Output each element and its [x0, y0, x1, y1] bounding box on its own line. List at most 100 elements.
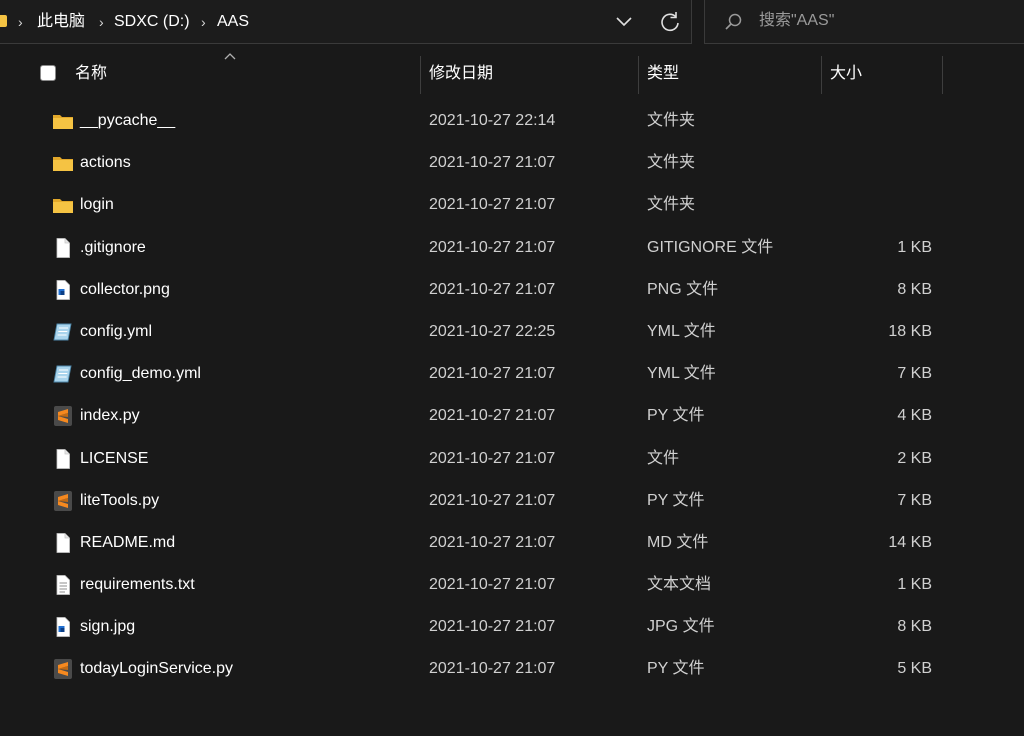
column-divider[interactable]: [821, 56, 822, 94]
column-divider[interactable]: [420, 56, 421, 94]
refresh-button[interactable]: [654, 8, 686, 36]
file-size: 1 KB: [897, 576, 932, 594]
file-name: login: [80, 196, 114, 214]
file-icon: [52, 448, 74, 470]
file-icon: [52, 532, 74, 554]
file-list: 名称 修改日期 类型 大小 __pycache__ 2021-10-27 22:…: [0, 46, 1024, 736]
file-date-modified: 2021-10-27 21:07: [429, 491, 556, 509]
sublime-file-icon: [52, 490, 74, 512]
column-divider[interactable]: [638, 56, 639, 94]
file-size: 1 KB: [897, 238, 932, 256]
file-size: 7 KB: [897, 365, 932, 383]
breadcrumb-current-folder[interactable]: AAS: [217, 0, 249, 44]
column-header-size[interactable]: 大小: [830, 56, 862, 92]
file-type: JPG 文件: [647, 618, 715, 636]
file-type: PY 文件: [647, 407, 705, 425]
file-row[interactable]: LICENSE 2021-10-27 21:07 文件 2 KB: [0, 438, 1024, 480]
file-row[interactable]: liteTools.py 2021-10-27 21:07 PY 文件 7 KB: [0, 480, 1024, 522]
file-type: GITIGNORE 文件: [647, 238, 774, 256]
file-row[interactable]: login 2021-10-27 21:07 文件夹: [0, 184, 1024, 226]
sort-ascending-icon: [224, 53, 236, 60]
file-name: config.yml: [80, 322, 153, 340]
file-type: 文件夹: [647, 112, 696, 129]
file-row[interactable]: index.py 2021-10-27 21:07 PY 文件 4 KB: [0, 395, 1024, 437]
file-type: MD 文件: [647, 533, 709, 551]
file-row[interactable]: config.yml 2021-10-27 22:25 YML 文件 18 KB: [0, 311, 1024, 353]
file-date-modified: 2021-10-27 22:14: [429, 112, 556, 129]
file-name: sign.jpg: [80, 618, 136, 636]
file-size: 8 KB: [897, 618, 932, 636]
file-type: YML 文件: [647, 365, 716, 383]
image-file-icon: [52, 279, 74, 301]
file-size: 2 KB: [897, 449, 932, 467]
chevron-down-icon: [616, 17, 632, 27]
column-header-row: 名称 修改日期 类型 大小: [0, 53, 1024, 94]
text-file-icon: [52, 574, 74, 596]
column-divider[interactable]: [942, 56, 943, 94]
sublime-file-icon: [52, 658, 74, 680]
file-name: __pycache__: [80, 112, 176, 129]
breadcrumb-separator-icon: ›: [201, 14, 206, 30]
file-name: actions: [80, 154, 131, 172]
file-date-modified: 2021-10-27 21:07: [429, 154, 556, 172]
column-header-name[interactable]: 名称: [75, 56, 107, 92]
file-date-modified: 2021-10-27 21:07: [429, 533, 556, 551]
file-row[interactable]: requirements.txt 2021-10-27 21:07 文本文档 1…: [0, 564, 1024, 606]
file-row[interactable]: .gitignore 2021-10-27 21:07 GITIGNORE 文件…: [0, 227, 1024, 269]
folder-icon: [52, 152, 74, 174]
file-name: .gitignore: [80, 238, 146, 256]
image-file-icon: [52, 616, 74, 638]
file-type: 文本文档: [647, 576, 712, 594]
file-type: PY 文件: [647, 491, 705, 509]
select-all-checkbox[interactable]: [40, 65, 56, 81]
file-size: 14 KB: [888, 533, 932, 551]
file-name: index.py: [80, 407, 140, 425]
file-size: 18 KB: [888, 322, 932, 340]
folder-icon: [52, 194, 74, 216]
column-header-date[interactable]: 修改日期: [429, 56, 493, 92]
yml-file-icon: [52, 321, 74, 343]
file-date-modified: 2021-10-27 21:07: [429, 618, 556, 636]
file-type: PNG 文件: [647, 280, 719, 298]
file-row[interactable]: collector.png 2021-10-27 21:07 PNG 文件 8 …: [0, 269, 1024, 311]
file-type: 文件: [647, 449, 680, 467]
file-icon: [52, 237, 74, 259]
file-row[interactable]: actions 2021-10-27 21:07 文件夹: [0, 142, 1024, 184]
file-size: 5 KB: [897, 660, 932, 678]
file-row[interactable]: config_demo.yml 2021-10-27 21:07 YML 文件 …: [0, 353, 1024, 395]
column-header-type[interactable]: 类型: [647, 56, 679, 92]
file-type: 文件夹: [647, 196, 696, 214]
search-input[interactable]: [759, 0, 1009, 42]
search-box[interactable]: [704, 0, 1024, 44]
history-dropdown-button[interactable]: [608, 8, 640, 36]
file-date-modified: 2021-10-27 21:07: [429, 576, 556, 594]
file-name: liteTools.py: [80, 491, 160, 509]
file-date-modified: 2021-10-27 21:07: [429, 196, 556, 214]
file-size: 8 KB: [897, 280, 932, 298]
file-row[interactable]: sign.jpg 2021-10-27 21:07 JPG 文件 8 KB: [0, 606, 1024, 648]
file-name: README.md: [80, 533, 176, 551]
search-icon: [723, 12, 743, 32]
file-date-modified: 2021-10-27 21:07: [429, 407, 556, 425]
file-row[interactable]: README.md 2021-10-27 21:07 MD 文件 14 KB: [0, 522, 1024, 564]
breadcrumb-drive[interactable]: SDXC (D:): [114, 0, 190, 44]
file-name: todayLoginService.py: [80, 660, 233, 678]
file-date-modified: 2021-10-27 21:07: [429, 449, 556, 467]
file-size: 4 KB: [897, 407, 932, 425]
file-date-modified: 2021-10-27 21:07: [429, 365, 556, 383]
file-name: requirements.txt: [80, 576, 195, 594]
file-row[interactable]: todayLoginService.py 2021-10-27 21:07 PY…: [0, 648, 1024, 690]
breadcrumb-this-pc[interactable]: 此电脑: [37, 0, 85, 44]
file-date-modified: 2021-10-27 22:25: [429, 322, 556, 340]
file-row[interactable]: __pycache__ 2021-10-27 22:14 文件夹: [0, 100, 1024, 142]
file-rows: __pycache__ 2021-10-27 22:14 文件夹 actions…: [0, 100, 1024, 691]
breadcrumb-separator-icon: ›: [99, 14, 104, 30]
file-name: LICENSE: [80, 449, 149, 467]
sublime-file-icon: [52, 405, 74, 427]
file-type: YML 文件: [647, 322, 716, 340]
address-bar[interactable]: › 此电脑 › SDXC (D:) › AAS: [0, 0, 692, 44]
file-size: 7 KB: [897, 491, 932, 509]
file-date-modified: 2021-10-27 21:07: [429, 280, 556, 298]
folder-icon: [52, 110, 74, 132]
file-date-modified: 2021-10-27 21:07: [429, 238, 556, 256]
